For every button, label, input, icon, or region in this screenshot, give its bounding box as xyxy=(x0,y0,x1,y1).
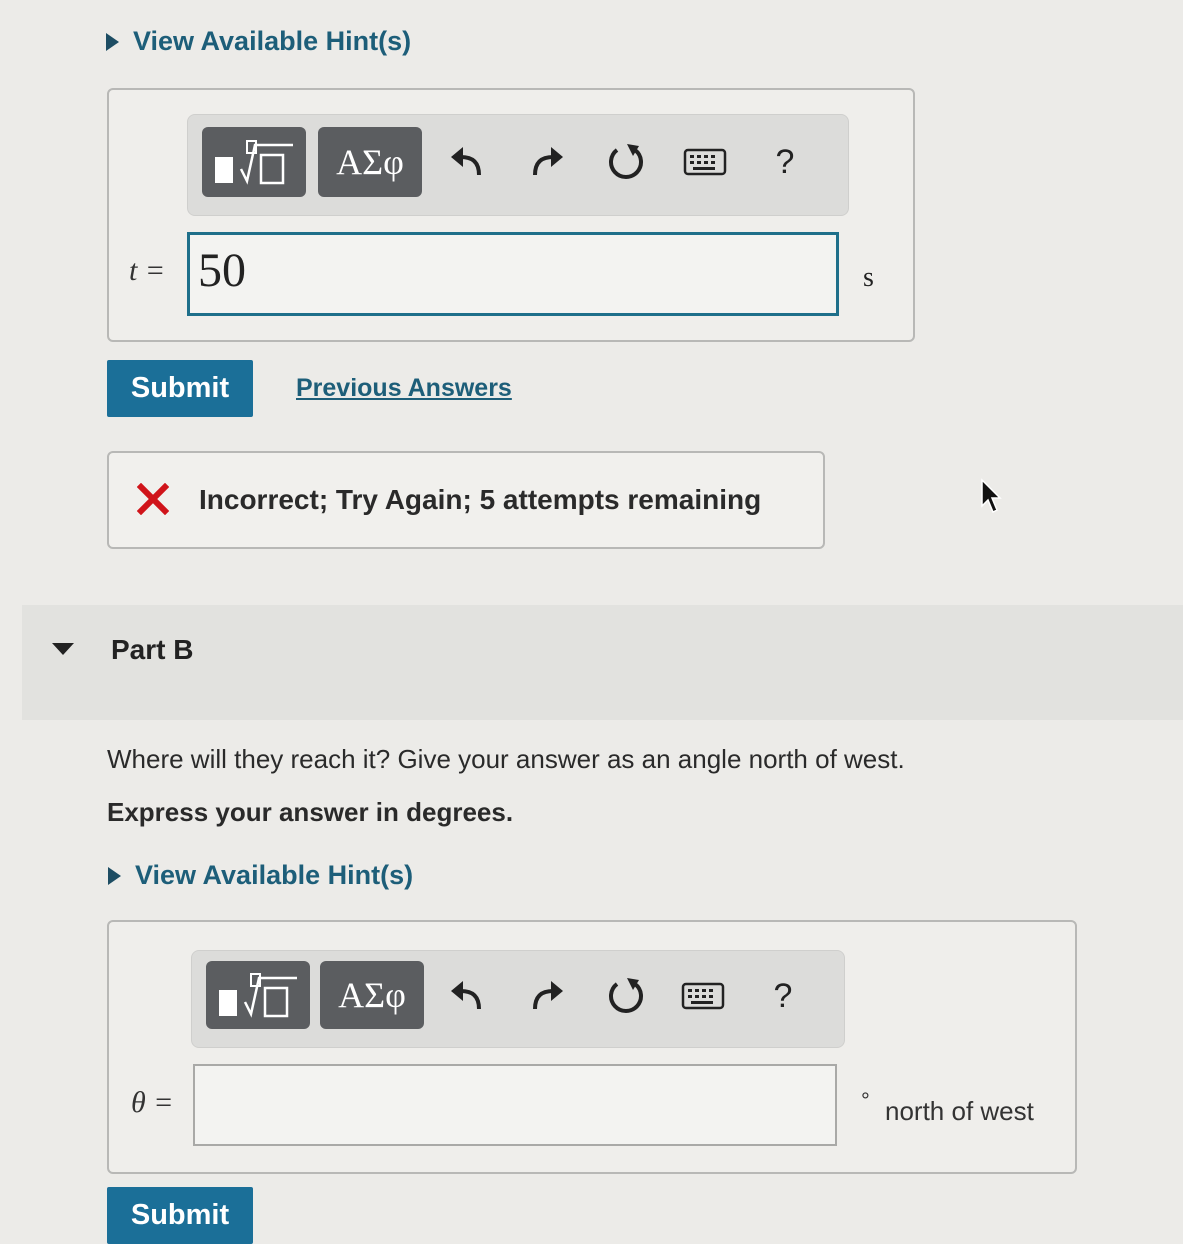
instruction-text: Express your answer in degrees. xyxy=(107,797,514,827)
math-toolbar: ΑΣφ ? xyxy=(191,950,845,1048)
unit-label: s xyxy=(863,262,874,293)
view-hints-toggle[interactable]: View Available Hint(s) xyxy=(106,26,411,57)
feedback-text: Incorrect; Try Again; 5 attempts remaini… xyxy=(199,484,762,515)
question-text: Where will they reach it? Give your answ… xyxy=(107,744,905,774)
templates-icon xyxy=(219,973,297,1018)
help-button[interactable]: ? xyxy=(758,137,812,187)
degree-symbol: ° xyxy=(861,1088,870,1113)
cursor-icon xyxy=(981,478,1002,514)
part-b-header[interactable]: Part B xyxy=(22,605,1183,720)
undo-icon[interactable] xyxy=(440,971,494,1021)
variable-label: t = xyxy=(129,254,166,287)
part-b-title: Part B xyxy=(111,634,194,665)
answer-box-b: ΑΣφ ? θ = ° north of west xyxy=(107,920,1077,1174)
view-hints-label: View Available Hint(s) xyxy=(135,860,414,890)
previous-answers-link[interactable]: Previous Answers xyxy=(296,374,512,403)
greek-symbols-button[interactable]: ΑΣφ xyxy=(318,127,422,197)
caret-right-icon xyxy=(106,32,119,51)
caret-down-icon xyxy=(52,643,74,655)
redo-icon[interactable] xyxy=(520,137,574,187)
keyboard-icon[interactable] xyxy=(678,137,732,187)
templates-button[interactable] xyxy=(206,961,310,1029)
x-icon xyxy=(137,483,169,515)
undo-icon[interactable] xyxy=(440,137,494,187)
answer-box-a: ΑΣφ ? t = 50 s xyxy=(107,88,915,342)
reset-icon[interactable] xyxy=(598,137,652,187)
reset-icon[interactable] xyxy=(598,971,652,1021)
view-hints-toggle-b[interactable]: View Available Hint(s) xyxy=(108,860,413,891)
redo-icon[interactable] xyxy=(520,971,574,1021)
templates-icon xyxy=(215,140,293,185)
help-button[interactable]: ? xyxy=(756,971,810,1021)
greek-symbols-button[interactable]: ΑΣφ xyxy=(320,961,424,1029)
templates-button[interactable] xyxy=(202,127,306,197)
caret-right-icon xyxy=(108,866,121,885)
variable-label: θ = xyxy=(131,1086,174,1119)
view-hints-label: View Available Hint(s) xyxy=(133,26,412,56)
angle-input[interactable] xyxy=(193,1064,837,1146)
keyboard-icon[interactable] xyxy=(676,971,730,1021)
feedback-box: Incorrect; Try Again; 5 attempts remaini… xyxy=(107,451,825,549)
math-toolbar: ΑΣφ ? xyxy=(187,114,849,216)
submit-button[interactable]: Submit xyxy=(107,360,253,417)
answer-input[interactable]: 50 xyxy=(187,232,839,316)
submit-button-b[interactable]: Submit xyxy=(107,1187,253,1244)
unit-label: north of west xyxy=(885,1096,1034,1126)
